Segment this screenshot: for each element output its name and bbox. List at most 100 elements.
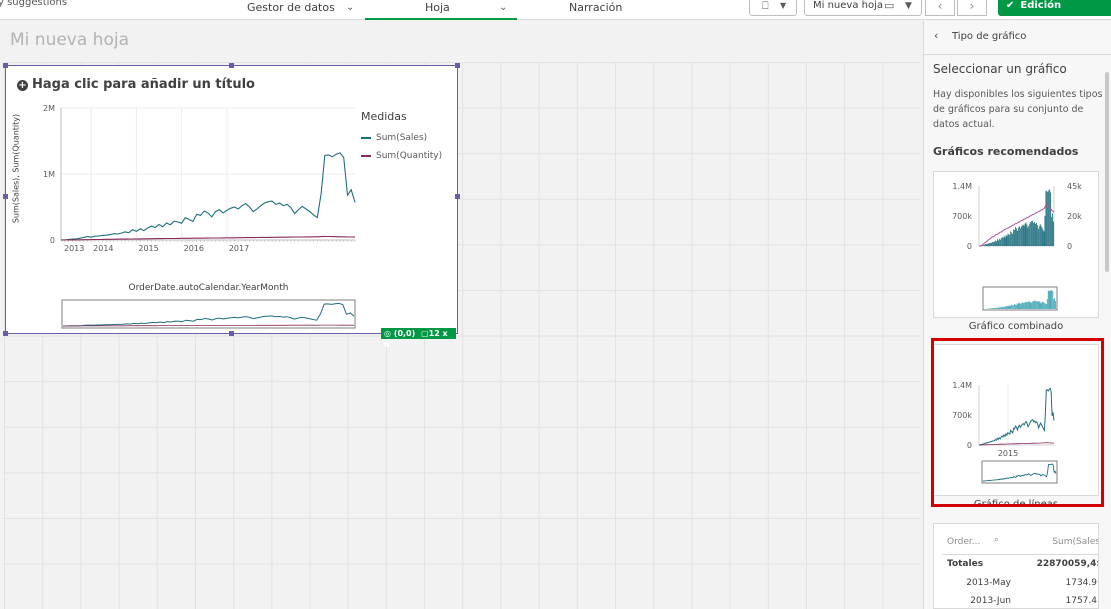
thumb-bar <box>998 238 1000 246</box>
thumb-mini-bar <box>1015 305 1017 309</box>
panel-back-label: Tipo de gráfico <box>952 31 1027 42</box>
thumb-bar <box>1016 228 1017 246</box>
done-editing-button[interactable]: ✔Edición finalizada <box>998 0 1111 31</box>
sheet-title[interactable]: Mi nueva hoja <box>10 30 129 50</box>
thumb-bar <box>1005 234 1007 246</box>
thumb-mini-bar <box>999 307 1001 309</box>
thumb-bar <box>1000 238 1002 246</box>
totals-value: 22870059,4: <box>1036 559 1099 569</box>
thumb-bar <box>994 241 996 246</box>
thumb-mini-bar <box>992 308 993 309</box>
thumb-mini-bar <box>1008 306 1010 309</box>
table-cell: 1757.4 <box>1065 596 1098 606</box>
thumb-mini-bar <box>1038 301 1040 309</box>
resize-handle[interactable] <box>229 331 234 336</box>
thumb-bar <box>1044 216 1046 246</box>
thumb-mini-bar <box>1032 301 1034 309</box>
highlight-box <box>931 338 1104 507</box>
thumb-mini-bar <box>990 308 992 309</box>
thumb-mini-bar <box>1021 302 1023 309</box>
thumb-mini-bar <box>1028 301 1030 309</box>
thumb-bar <box>1014 230 1015 246</box>
thumb-mini-bar <box>1053 299 1055 309</box>
thumb-tick-label: 0 <box>967 242 972 251</box>
thumb-mini-bar <box>1018 302 1020 309</box>
thumb-mini-bar <box>1009 305 1011 309</box>
thumb-bar <box>1035 223 1036 246</box>
resize-handle[interactable] <box>455 194 460 199</box>
checkmark-icon: ✔ <box>1006 0 1015 11</box>
table-cell: 2013-May <box>966 578 1011 588</box>
next-sheet-button[interactable]: › <box>957 0 987 16</box>
thumb-bar <box>989 243 991 246</box>
bookmark-icon: ⎕ <box>762 0 769 12</box>
thumb-bar <box>1004 237 1006 246</box>
table-cell: 2013-Jun <box>970 596 1011 606</box>
thumb-bar <box>1039 224 1041 246</box>
series-line-sales <box>61 152 356 241</box>
size-icon: ▢ <box>421 329 429 338</box>
thumb-bar <box>1041 227 1043 246</box>
sheet-selector-label: Mi nueva hoja <box>813 0 883 11</box>
thumb-tick-label: 1.4M <box>952 182 972 191</box>
chevron-down-icon: ▼ <box>905 1 912 11</box>
thumb-mini-bar <box>1035 301 1037 309</box>
thumb-bar <box>1007 233 1009 246</box>
chevron-down-icon[interactable]: ⌄ <box>346 0 354 16</box>
thumb-bar <box>1019 228 1021 246</box>
panel-header[interactable]: ‹ Tipo de gráfico <box>924 21 1111 55</box>
legend-item-quantity[interactable]: Sum(Quantity) <box>361 151 442 161</box>
position-value: (0,0) <box>393 329 416 338</box>
suggestions-toggle-label[interactable]: y suggestions <box>0 0 67 8</box>
thumb-bar <box>1024 223 1026 246</box>
x-tick-label: 2015 <box>138 244 158 253</box>
resize-handle[interactable] <box>3 331 8 336</box>
chevron-left-icon: ‹ <box>937 0 943 13</box>
chevron-right-icon: › <box>969 0 975 13</box>
thumb-mini-bar <box>1055 300 1056 309</box>
thumb-mini-bar <box>1045 303 1046 309</box>
thumb-mini-bar <box>1015 304 1016 309</box>
chevron-left-icon[interactable]: ‹ <box>934 29 938 42</box>
line-chart-object[interactable]: + Haga clic para añadir un título Sum(Sal… <box>5 65 458 349</box>
thumb-bar <box>1032 220 1034 246</box>
thumb-mini-bar <box>1014 304 1015 309</box>
thumb-bar <box>1037 228 1039 246</box>
thumb-mini-bar <box>1022 302 1024 309</box>
thumb-bar <box>1017 231 1018 246</box>
thumb-mini-bar <box>995 307 997 309</box>
tab-data-manager[interactable]: Gestor de datos ⌄ <box>230 0 360 20</box>
thumb-bar <box>1038 226 1040 246</box>
previous-sheet-button[interactable]: ‹ <box>925 0 955 16</box>
top-bar: y suggestions Gestor de datos ⌄ Hoja ⌄ N… <box>0 0 1111 31</box>
resize-handle[interactable] <box>3 194 8 199</box>
chevron-down-icon[interactable]: ⌄ <box>499 0 507 16</box>
bookmarks-button[interactable]: ⎕ ▼ <box>749 0 797 16</box>
thumb-bar <box>1002 237 1004 246</box>
thumb-bar <box>1047 192 1049 246</box>
chart-card-combo[interactable]: 1.4M 700k 0 45k 20k 0 <box>933 171 1099 318</box>
tab-storytelling[interactable]: Narración <box>540 0 650 20</box>
thumb-bar <box>1021 225 1023 246</box>
legend-item-sales[interactable]: Sum(Sales) <box>361 133 427 143</box>
tab-sheet[interactable]: Hoja ⌄ <box>365 0 517 20</box>
panel-scrollbar[interactable] <box>1105 72 1109 272</box>
table-row: 2013-May 1734.9 <box>934 574 1098 592</box>
chevron-down-icon: ▼ <box>780 1 787 10</box>
thumb-bar <box>1013 229 1015 246</box>
sheet-selector-button[interactable]: Mi nueva hoja ▭ ▼ <box>804 0 922 16</box>
resize-handle[interactable] <box>229 63 234 68</box>
thumb-mini-bar <box>1049 291 1051 309</box>
table-header-row: Order... ⌕ Sum(Sales <box>934 533 1098 551</box>
resize-handle[interactable] <box>455 63 460 68</box>
chart-card-table[interactable]: Order... ⌕ Sum(Sales Totales 22870059,4:… <box>933 523 1099 609</box>
thumb-bar <box>1046 190 1048 246</box>
thumb-bar <box>992 241 994 246</box>
resize-handle[interactable] <box>3 63 8 68</box>
thumb-mini-bar <box>1037 301 1039 309</box>
series-line-quantity <box>61 235 356 241</box>
thumb-mini-bar <box>1006 306 1008 309</box>
thumb-bar <box>1015 227 1016 246</box>
thumb-mini-bar <box>1025 302 1026 309</box>
thumb-mini-bar <box>997 307 999 309</box>
